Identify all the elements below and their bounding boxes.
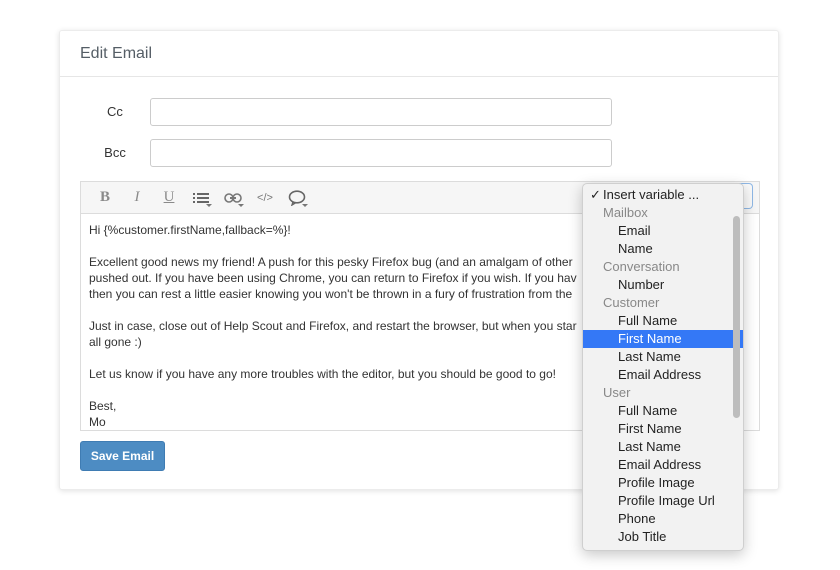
dropdown-option[interactable]: Name bbox=[583, 240, 743, 258]
bcc-row: Bcc bbox=[60, 139, 778, 167]
save-email-button[interactable]: Save Email bbox=[80, 441, 165, 471]
cc-label: Cc bbox=[107, 104, 123, 119]
saved-replies-button[interactable] bbox=[281, 186, 313, 210]
underline-button[interactable]: U bbox=[153, 186, 185, 210]
italic-icon: I bbox=[134, 189, 140, 205]
dropdown-group-label: Customer bbox=[603, 295, 660, 310]
dropdown-option[interactable]: Profile Image bbox=[583, 474, 743, 492]
dropdown-option-insert-variable[interactable]: ✓ Insert variable ... bbox=[583, 186, 743, 204]
dropdown-scrollbar[interactable] bbox=[733, 216, 740, 418]
card-header: Edit Email bbox=[60, 31, 778, 77]
bcc-label: Bcc bbox=[104, 145, 126, 160]
link-button[interactable] bbox=[217, 186, 249, 210]
dropdown-option[interactable]: Phone bbox=[583, 510, 743, 528]
dropdown-option[interactable]: Email bbox=[583, 222, 743, 240]
dropdown-option-label: Insert variable ... bbox=[603, 187, 700, 202]
dropdown-option[interactable]: Full Name bbox=[583, 312, 743, 330]
cc-input[interactable] bbox=[150, 98, 612, 126]
dropdown-option[interactable]: First Name bbox=[583, 420, 743, 438]
code-icon: </> bbox=[257, 191, 273, 204]
dropdown-option[interactable]: Profile Image Url bbox=[583, 492, 743, 510]
page-title: Edit Email bbox=[80, 44, 153, 62]
dropdown-group-label: Conversation bbox=[603, 259, 680, 274]
list-icon bbox=[193, 192, 209, 203]
dropdown-option[interactable]: Email Address bbox=[583, 456, 743, 474]
dropdown-group-label: Mailbox bbox=[603, 205, 648, 220]
dropdown-option[interactable]: Email Address bbox=[583, 366, 743, 384]
list-button[interactable] bbox=[185, 186, 217, 210]
bold-button[interactable]: B bbox=[89, 186, 121, 210]
bcc-input[interactable] bbox=[150, 139, 612, 167]
dropdown-option[interactable]: Number bbox=[583, 276, 743, 294]
dropdown-list: ✓ Insert variable ... Mailbox Email Name Conv… bbox=[583, 186, 743, 546]
chat-bubble-icon bbox=[288, 189, 306, 206]
cc-row: Cc bbox=[60, 98, 778, 126]
dropdown-option[interactable]: Job Title bbox=[583, 528, 743, 546]
link-icon bbox=[224, 192, 242, 203]
dropdown-option[interactable]: Last Name bbox=[583, 438, 743, 456]
dropdown-option[interactable]: Full Name bbox=[583, 402, 743, 420]
checkmark-icon: ✓ bbox=[590, 187, 601, 202]
insert-variable-dropdown[interactable]: ✓ Insert variable ... Mailbox Email Name Conv… bbox=[582, 183, 744, 551]
dropdown-option[interactable]: First Name bbox=[583, 330, 743, 348]
code-button[interactable]: </> bbox=[249, 186, 281, 210]
underline-icon: U bbox=[163, 189, 175, 205]
dropdown-option[interactable]: Last Name bbox=[583, 348, 743, 366]
italic-button[interactable]: I bbox=[121, 186, 153, 210]
dropdown-group-label: User bbox=[603, 385, 631, 400]
bold-icon: B bbox=[99, 189, 110, 205]
